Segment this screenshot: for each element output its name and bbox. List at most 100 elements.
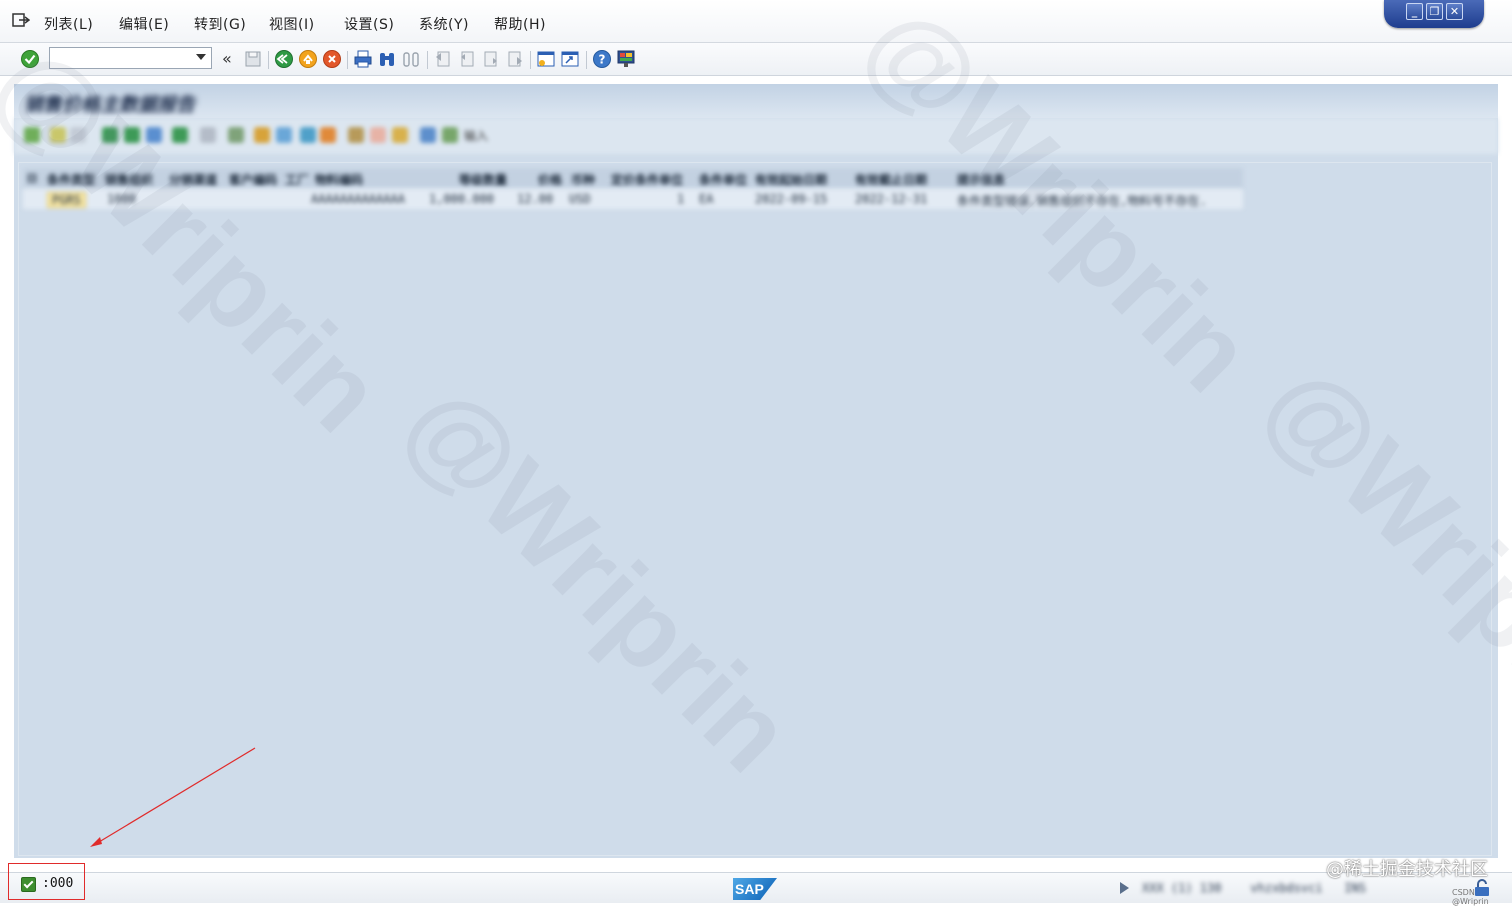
command-field[interactable] <box>49 47 212 69</box>
status-bar: :000 SAP XXX (1) 130 vhzxbdsvci INS <box>0 863 1512 903</box>
close-button[interactable]: ✕ <box>1446 3 1463 20</box>
menu-goto[interactable]: 转到(G) <box>194 14 246 34</box>
import-label[interactable]: 输入 <box>464 127 488 144</box>
toolbar-separator <box>347 51 348 69</box>
select-all-cell[interactable]: ⊟ <box>27 171 37 185</box>
refresh-icon[interactable] <box>50 127 66 143</box>
toolbar-separator <box>268 51 269 69</box>
details-icon[interactable] <box>24 127 40 143</box>
menu-exit-icon[interactable] <box>12 12 30 28</box>
column-header[interactable]: 条件单位 <box>699 171 747 188</box>
menu-edit[interactable]: 编辑(E) <box>119 14 169 34</box>
back-icon[interactable] <box>274 49 294 69</box>
price-cell[interactable]: 12.00 <box>517 192 553 206</box>
grid-header: ⊟ 条件类型 销售组织 分销渠道 客户编码 工厂 物料编码 等级数量 价格 币种… <box>23 168 1243 188</box>
window-controls: _ ❐ ✕ <box>1384 0 1484 28</box>
next-page-icon[interactable] <box>481 49 501 69</box>
print-icon[interactable] <box>353 49 373 69</box>
column-header[interactable]: 工厂 <box>285 171 309 188</box>
info-icon[interactable] <box>420 127 436 143</box>
restore-button[interactable]: ❐ <box>1426 3 1443 20</box>
last-page-icon[interactable] <box>505 49 525 69</box>
select-layout-icon[interactable] <box>300 127 316 143</box>
column-header[interactable]: 物料编码 <box>315 171 363 188</box>
scale-qty-cell[interactable]: 1,000.000 <box>429 192 494 206</box>
result-grid: ⊟ 条件类型 销售组织 分销渠道 客户编码 工厂 物料编码 等级数量 价格 币种… <box>18 162 1492 856</box>
input-mode: INS <box>1344 881 1367 895</box>
menu-help[interactable]: 帮助(H) <box>494 14 546 34</box>
column-header[interactable]: 分销渠道 <box>169 171 217 188</box>
column-header[interactable]: 条件类型 <box>47 171 95 188</box>
exit-icon[interactable] <box>298 49 318 69</box>
total-icon[interactable] <box>172 127 188 143</box>
pricing-unit-cell[interactable]: 1 <box>677 192 684 206</box>
graphic-icon[interactable] <box>348 127 364 143</box>
import-icon[interactable] <box>442 127 458 143</box>
valid-to-cell[interactable]: 2022-12-31 <box>855 192 927 206</box>
column-header[interactable]: 定价条件单位 <box>611 171 683 188</box>
minimize-button[interactable]: _ <box>1406 3 1423 20</box>
sort-ascending-icon[interactable] <box>102 127 118 143</box>
create-shortcut-icon[interactable] <box>560 49 580 69</box>
command-dropdown-icon[interactable] <box>196 54 206 60</box>
toolbar-separator <box>427 51 428 69</box>
success-check-icon <box>21 877 36 892</box>
server-name: vhzxbdsvci <box>1250 881 1323 895</box>
column-header[interactable]: 销售组织 <box>105 171 153 188</box>
enter-check-icon[interactable] <box>20 49 40 69</box>
svg-text:?: ? <box>599 53 606 67</box>
column-header[interactable]: 等级数量 <box>459 171 507 188</box>
sap-logo: SAP <box>733 878 777 900</box>
filter-icon[interactable] <box>146 127 162 143</box>
column-header[interactable]: 客户编码 <box>229 171 277 188</box>
export-icon[interactable] <box>254 127 270 143</box>
column-header[interactable]: 提示信息 <box>957 171 1005 188</box>
system-info: XXX (1) 130 vhzxbdsvci INS <box>1142 881 1366 895</box>
condition-type-cell[interactable]: PGRS <box>47 192 86 208</box>
menu-view[interactable]: 视图(I) <box>269 14 315 34</box>
save-layout-icon[interactable] <box>320 127 336 143</box>
collapse-command-icon[interactable]: « <box>222 49 232 68</box>
sales-org-cell[interactable]: 1000 <box>107 192 136 206</box>
standard-toolbar: « ? <box>0 43 1512 76</box>
mail-icon[interactable] <box>392 127 408 143</box>
cancel-icon[interactable] <box>322 49 342 69</box>
column-header[interactable]: 有效起始日期 <box>755 171 827 188</box>
message-cell[interactable]: 条件类型错误,销售组织不存在,物料号不存在. <box>957 192 1207 209</box>
save-icon[interactable] <box>243 49 263 69</box>
toolbar-separator <box>586 51 587 69</box>
currency-cell[interactable]: USD <box>569 192 591 206</box>
help-icon[interactable]: ? <box>592 49 612 69</box>
system-id: XXX (1) 130 <box>1142 881 1222 895</box>
subtotal-icon[interactable] <box>200 127 216 143</box>
column-header[interactable]: 价格 <box>538 171 562 188</box>
find-icon[interactable] <box>377 49 397 69</box>
column-header[interactable]: 有效截止日期 <box>855 171 927 188</box>
find-next-icon[interactable] <box>401 49 421 69</box>
create-session-icon[interactable] <box>536 49 556 69</box>
menu-system[interactable]: 系统(Y) <box>419 14 469 34</box>
alv-toolbar: 输入 <box>14 118 1498 154</box>
status-message[interactable]: :000 <box>8 863 85 900</box>
csdn-watermark: CSDN @Wriprin <box>1452 888 1489 906</box>
sort-descending-icon[interactable] <box>124 127 140 143</box>
menu-list[interactable]: 列表(L) <box>44 14 93 34</box>
unit-cell[interactable]: EA <box>699 192 713 206</box>
menu-settings[interactable]: 设置(S) <box>344 14 394 34</box>
status-message-text: :000 <box>42 876 74 891</box>
material-cell[interactable]: AAAAAAAAAAAAA <box>311 192 405 206</box>
check-icon[interactable] <box>70 127 86 143</box>
table-row[interactable]: PGRS 1000 AAAAAAAAAAAAA 1,000.000 12.00 … <box>23 189 1243 209</box>
page-title: 销售价格主数据报告 <box>24 94 196 116</box>
print-preview-icon[interactable] <box>228 127 244 143</box>
juejin-watermark: @稀土掘金技术社区 <box>1326 859 1488 880</box>
system-info-toggle-icon[interactable] <box>1120 882 1129 894</box>
abc-analysis-icon[interactable] <box>370 127 386 143</box>
column-header[interactable]: 币种 <box>571 171 595 188</box>
layout-icon[interactable] <box>276 127 292 143</box>
valid-from-cell[interactable]: 2022-09-15 <box>755 192 827 206</box>
menu-bar: 列表(L) 编辑(E) 转到(G) 视图(I) 设置(S) 系统(Y) 帮助(H… <box>0 0 1512 43</box>
previous-page-icon[interactable] <box>457 49 477 69</box>
first-page-icon[interactable] <box>433 49 453 69</box>
customize-layout-icon[interactable] <box>616 49 636 69</box>
